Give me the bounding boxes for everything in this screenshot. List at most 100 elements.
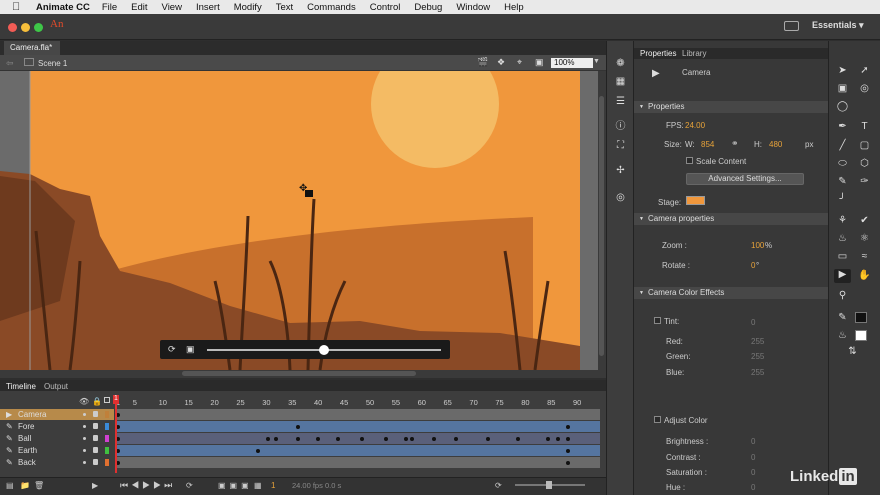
stroke-color-swatch[interactable] <box>855 312 867 323</box>
layer-outline-color-swatch[interactable] <box>105 435 109 442</box>
menu-text[interactable]: Text <box>276 2 293 13</box>
menu-edit[interactable]: Edit <box>131 2 147 13</box>
layer-visibility-toggle[interactable] <box>83 449 86 452</box>
menu-view[interactable]: View <box>162 2 182 13</box>
playhead[interactable] <box>115 395 117 473</box>
3d-rotation-tool-icon[interactable]: ◎ <box>858 83 871 95</box>
width-tool-icon[interactable]: ≈ <box>858 251 871 263</box>
menu-debug[interactable]: Debug <box>414 2 442 13</box>
layer-outline-color-swatch[interactable] <box>105 411 109 418</box>
free-transform-tool-icon[interactable]: ▣ <box>836 83 849 95</box>
color-panel-icon[interactable]: ❁ <box>614 58 627 69</box>
keyframe[interactable] <box>360 437 364 441</box>
camera-rotate-value[interactable]: 0 <box>751 261 755 270</box>
menu-file[interactable]: File <box>102 2 117 13</box>
layer-name[interactable]: Camera <box>18 410 46 419</box>
keyframe[interactable] <box>410 437 414 441</box>
fill-color-icon[interactable]: ♨ <box>836 330 849 342</box>
keyframe[interactable] <box>566 461 570 465</box>
minimize-window-button[interactable] <box>21 23 30 32</box>
layer-name[interactable]: Ball <box>18 434 31 443</box>
adjust-color-checkbox[interactable] <box>654 416 661 423</box>
swap-colors-icon[interactable]: ⇅ <box>846 346 859 358</box>
camera-tool-icon[interactable]: ▶ <box>834 269 851 283</box>
height-value[interactable]: 480 <box>769 140 782 149</box>
tab-output[interactable]: Output <box>44 382 68 391</box>
layer-visibility-toggle[interactable] <box>83 413 86 416</box>
new-layer-icon[interactable]: ▤ <box>6 481 14 490</box>
keyframe[interactable] <box>566 425 570 429</box>
tab-library[interactable]: Library <box>682 49 706 58</box>
subselection-tool-icon[interactable]: ➚ <box>858 65 871 77</box>
tab-properties[interactable]: Properties <box>640 49 676 58</box>
layer-visibility-toggle[interactable] <box>83 425 86 428</box>
align-panel-icon[interactable]: ☰ <box>614 96 627 107</box>
frames-row-earth[interactable] <box>116 445 600 456</box>
zoom-tool-icon[interactable]: ⚲ <box>836 290 849 302</box>
camera-layer-icon[interactable]: ▶ <box>92 481 98 490</box>
layer-lock-icon[interactable] <box>93 459 98 465</box>
pencil-tool-icon[interactable]: ✎ <box>836 176 849 188</box>
line-tool-icon[interactable]: ╱ <box>836 140 849 152</box>
keyframe[interactable] <box>566 449 570 453</box>
zoom-dropdown[interactable]: 100% <box>551 58 593 68</box>
edit-symbols-icon[interactable]: ❖ <box>497 57 505 68</box>
oval-tool-icon[interactable]: ⬭ <box>836 158 849 170</box>
time-readout[interactable]: 0.0 s <box>325 481 341 490</box>
hand-tool-icon[interactable]: ✋ <box>858 270 871 282</box>
keyframe[interactable] <box>556 437 560 441</box>
eyedropper-tool-icon[interactable]: ✔ <box>858 215 871 227</box>
paint-bucket-tool-icon[interactable]: ♨ <box>836 233 849 245</box>
layer-name[interactable]: Fore <box>18 422 34 431</box>
keyframe[interactable] <box>546 437 550 441</box>
layer-lock-icon[interactable] <box>93 447 98 453</box>
keyframe[interactable] <box>454 437 458 441</box>
stroke-color-icon[interactable]: ✎ <box>836 312 849 324</box>
menu-help[interactable]: Help <box>504 2 524 13</box>
tint-checkbox[interactable] <box>654 317 661 324</box>
delete-layer-icon[interactable]: 🗑 <box>34 481 44 490</box>
brush-tool-icon[interactable]: ╯ <box>836 194 849 206</box>
keyframe[interactable] <box>486 437 490 441</box>
layer-visibility-toggle[interactable] <box>83 461 86 464</box>
frames-row-camera[interactable] <box>116 409 600 420</box>
keyframe[interactable] <box>296 437 300 441</box>
layer-lock-icon[interactable] <box>93 423 98 429</box>
document-tab[interactable]: Camera.fla* <box>4 41 60 55</box>
workspace-switcher[interactable]: Essentials ▾ <box>812 20 864 31</box>
camera-tool-icon[interactable]: 🎬 <box>477 57 488 68</box>
text-tool-icon[interactable]: T <box>858 121 871 133</box>
close-window-button[interactable] <box>8 23 17 32</box>
playback-controls-icon[interactable]: ⏮◀▶▶⏭ <box>120 480 175 491</box>
apple-icon[interactable]:  <box>12 1 26 13</box>
fps-readout[interactable]: 24.00 fps <box>292 481 323 490</box>
tab-timeline[interactable]: Timeline <box>6 382 36 391</box>
advanced-settings-button[interactable]: Advanced Settings... <box>686 173 804 185</box>
menu-modify[interactable]: Modify <box>234 2 262 13</box>
camera-rotate-icon[interactable]: ⟳ <box>168 344 176 355</box>
layer-outline-color-swatch[interactable] <box>105 459 109 466</box>
onion-skin-icons[interactable]: ▣▣▣ <box>218 481 253 490</box>
layer-name[interactable]: Back <box>18 458 36 467</box>
stage-canvas[interactable] <box>0 71 598 370</box>
frames-row-fore[interactable] <box>116 421 600 432</box>
section-camera-properties[interactable]: Camera properties <box>634 213 828 225</box>
current-frame-marker[interactable]: 1 <box>113 395 119 404</box>
camera-zoom-icon[interactable]: ▣ <box>186 344 195 355</box>
keyframe[interactable] <box>266 437 270 441</box>
frames-row-back[interactable] <box>116 457 600 468</box>
selection-tool-icon[interactable]: ➤ <box>836 65 849 77</box>
sync-settings-icon[interactable] <box>784 21 799 31</box>
outline-all-icon[interactable] <box>104 397 110 403</box>
width-value[interactable]: 854 <box>701 140 714 149</box>
bone-tool-icon[interactable]: ⚘ <box>836 215 849 227</box>
pen-tool-icon[interactable]: ✒ <box>836 121 849 133</box>
layer-name[interactable]: Earth <box>18 446 37 455</box>
menu-control[interactable]: Control <box>370 2 401 13</box>
menu-commands[interactable]: Commands <box>307 2 356 13</box>
keyframe[interactable] <box>516 437 520 441</box>
horizontal-scroll-thumb[interactable] <box>182 371 416 376</box>
layer-lock-icon[interactable] <box>93 411 98 417</box>
zoom-window-button[interactable] <box>34 23 43 32</box>
transform-panel-icon[interactable]: ⛶ <box>614 140 627 151</box>
